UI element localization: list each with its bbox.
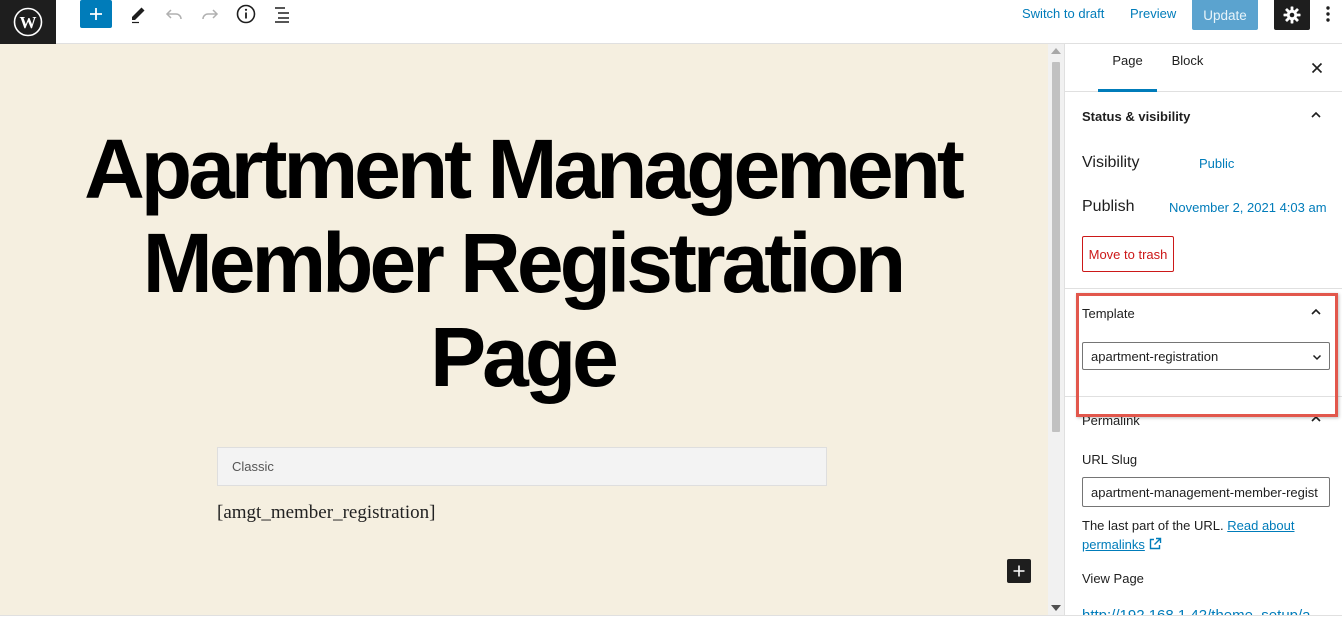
info-icon: [236, 4, 256, 24]
scroll-up-arrow-icon[interactable]: [1051, 48, 1061, 54]
view-page-link[interactable]: http://192.168.1.42/theme_setup/a: [1082, 607, 1311, 615]
wordpress-logo-icon[interactable]: W: [0, 0, 56, 44]
scroll-down-arrow-icon[interactable]: [1051, 605, 1061, 611]
tab-block[interactable]: Block: [1165, 44, 1210, 92]
highlight-annotation-box: [1076, 293, 1338, 417]
page-title-line: Page: [430, 310, 619, 404]
shortcode-text[interactable]: [amgt_member_registration]: [217, 502, 435, 524]
editor-canvas: Apartment Management Member Registration…: [0, 44, 1048, 615]
undo-icon: [165, 9, 182, 20]
bottom-strip: [0, 615, 1342, 623]
details-button[interactable]: [232, 0, 260, 28]
sidebar-tabs: Page Block: [1065, 44, 1342, 92]
chevron-up-icon[interactable]: [1309, 108, 1323, 122]
publish-label: Publish: [1082, 198, 1135, 215]
block-inserter-button[interactable]: [1007, 559, 1031, 583]
close-sidebar-button[interactable]: [1307, 58, 1327, 78]
add-block-button[interactable]: [80, 0, 112, 28]
move-to-trash-button[interactable]: Move to trash: [1082, 236, 1174, 272]
url-slug-input[interactable]: apartment-management-member-regist: [1082, 477, 1330, 507]
view-page-label: View Page: [1082, 571, 1144, 586]
list-view-icon: [275, 7, 289, 23]
preview-button[interactable]: Preview: [1130, 6, 1176, 22]
panel-divider: [1065, 288, 1342, 289]
page-title[interactable]: Apartment Management Member Registration…: [20, 122, 1025, 404]
tools-button[interactable]: [124, 0, 152, 28]
undo-button[interactable]: [160, 0, 188, 28]
svg-text:W: W: [20, 13, 37, 32]
external-link-icon: [1150, 537, 1162, 550]
visibility-value[interactable]: Public: [1199, 156, 1234, 171]
plus-icon: [1013, 565, 1025, 577]
url-slug-label: URL Slug: [1082, 452, 1138, 467]
permalink-help-text: The last part of the URL.: [1082, 518, 1224, 533]
classic-block-toolbar[interactable]: Classic: [217, 447, 827, 486]
visibility-label: Visibility: [1082, 154, 1140, 171]
list-view-button[interactable]: [268, 0, 296, 28]
scroll-thumb[interactable]: [1052, 62, 1060, 432]
gear-icon: [1283, 6, 1301, 24]
page-title-line: Apartment Management: [84, 122, 965, 216]
close-icon: [1311, 62, 1323, 74]
pencil-icon: [132, 7, 145, 24]
canvas-scrollbar[interactable]: [1048, 44, 1064, 615]
tab-page[interactable]: Page: [1098, 44, 1157, 92]
redo-icon: [202, 9, 219, 20]
page-title-line: Member Registration: [142, 216, 907, 310]
more-options-button[interactable]: [1318, 2, 1338, 26]
settings-button[interactable]: [1274, 0, 1310, 30]
publish-date[interactable]: November 2, 2021 4:03 am: [1169, 200, 1327, 215]
plus-icon: [90, 8, 102, 20]
editor-toolbar: W Switch to draft Preview Update: [0, 0, 1342, 44]
permalink-help: The last part of the URL. Read about per…: [1082, 516, 1330, 554]
switch-to-draft-button[interactable]: Switch to draft: [1022, 6, 1104, 22]
more-vertical-icon: [1326, 6, 1330, 22]
redo-button[interactable]: [196, 0, 224, 28]
status-visibility-header[interactable]: Status & visibility: [1082, 109, 1190, 124]
update-button[interactable]: Update: [1192, 0, 1258, 30]
